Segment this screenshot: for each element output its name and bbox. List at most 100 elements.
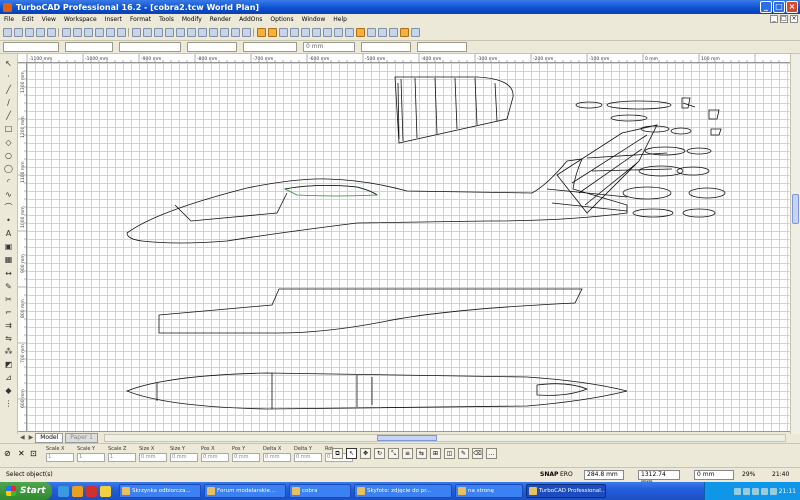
- cut-icon[interactable]: [62, 28, 71, 37]
- task-button[interactable]: cobra: [289, 484, 351, 498]
- wing-outline[interactable]: [394, 76, 514, 144]
- delete-icon[interactable]: ⌫: [472, 448, 483, 459]
- view-icon[interactable]: [198, 28, 207, 37]
- context-help-icon[interactable]: [411, 28, 420, 37]
- offset-tool-icon[interactable]: ⇉: [3, 320, 14, 331]
- point-tool-icon[interactable]: •: [3, 215, 14, 226]
- snap-percent-icon[interactable]: [389, 28, 398, 37]
- doc-minimize-button[interactable]: _: [770, 15, 778, 23]
- inspector-field-input[interactable]: 1: [46, 453, 74, 462]
- arc-tool-icon[interactable]: ◜: [3, 176, 14, 187]
- snap-grid-icon[interactable]: [257, 28, 266, 37]
- inspector-field-input[interactable]: 0 mm: [232, 453, 260, 462]
- copy-mode-icon[interactable]: ⧉: [332, 448, 343, 459]
- snap-drawing-aids-icon[interactable]: [367, 28, 376, 37]
- tab-paper[interactable]: Paper 1: [65, 432, 98, 443]
- tail-stabilizer[interactable]: [556, 124, 673, 214]
- scale-icon[interactable]: ⤡: [388, 448, 399, 459]
- lock-icon[interactable]: ⊡: [30, 449, 37, 458]
- snap-tangent-icon[interactable]: [345, 28, 354, 37]
- trim-tool-icon[interactable]: ✂: [3, 294, 14, 305]
- menu-addons[interactable]: AddOns: [239, 16, 262, 23]
- new-file-icon[interactable]: [3, 28, 12, 37]
- snap-quadrant-icon[interactable]: [301, 28, 310, 37]
- snap-off-icon[interactable]: [400, 28, 409, 37]
- tray-update-icon[interactable]: [760, 487, 768, 495]
- print-preview-icon[interactable]: [47, 28, 56, 37]
- hatch-tool-icon[interactable]: ▦: [3, 254, 14, 265]
- tray-network-icon[interactable]: [733, 487, 741, 495]
- menu-render[interactable]: Render: [210, 16, 231, 23]
- menu-tools[interactable]: Tools: [159, 16, 174, 23]
- props-icon[interactable]: ≡: [402, 448, 413, 459]
- polygon-tool-icon[interactable]: ◇: [3, 137, 14, 148]
- snap-value[interactable]: ERO: [560, 471, 573, 478]
- close-button[interactable]: ×: [786, 1, 798, 13]
- align-icon[interactable]: ⊞: [430, 448, 441, 459]
- line-width-select[interactable]: [243, 42, 297, 52]
- pan-icon[interactable]: [187, 28, 196, 37]
- tab-next-icon[interactable]: ▶: [29, 434, 34, 441]
- menu-insert[interactable]: Insert: [105, 16, 122, 23]
- menu-options[interactable]: Options: [270, 16, 293, 23]
- drawing-canvas[interactable]: [27, 63, 790, 431]
- task-button[interactable]: Skyfoto: zdjęcie do pr...: [354, 484, 452, 498]
- fuselage-top-view[interactable]: [125, 372, 628, 410]
- cancel-icon[interactable]: ⊘: [4, 449, 11, 458]
- bezier-tool-icon[interactable]: ⌒: [3, 202, 14, 213]
- former-sections[interactable]: [575, 100, 726, 218]
- inspector-field-input[interactable]: 0 mm: [294, 453, 322, 462]
- thickness-field[interactable]: 0 mm: [303, 42, 355, 52]
- tab-prev-icon[interactable]: ◀: [20, 434, 25, 441]
- tab-model[interactable]: Model: [35, 432, 64, 443]
- menu-view[interactable]: View: [42, 16, 56, 23]
- horizontal-scrollbar[interactable]: [103, 433, 786, 442]
- palette-more-icon[interactable]: ⋮: [3, 398, 14, 409]
- layer-select[interactable]: [3, 42, 59, 52]
- explorer-icon[interactable]: [100, 485, 111, 497]
- tray-antivirus-icon[interactable]: [751, 487, 759, 495]
- redo-icon[interactable]: [117, 28, 126, 37]
- style-select[interactable]: [417, 42, 467, 52]
- double-line-tool-icon[interactable]: ╱: [3, 110, 14, 121]
- task-button-active[interactable]: TurboCAD Professional...: [526, 484, 606, 498]
- fillet-tool-icon[interactable]: ⌐: [3, 307, 14, 318]
- menu-modify[interactable]: Modify: [182, 16, 202, 23]
- array-tool-icon[interactable]: ⁂: [3, 346, 14, 357]
- fuselage-side-view[interactable]: [126, 158, 628, 244]
- finish-icon[interactable]: ✕: [18, 449, 25, 458]
- inspector-field-input[interactable]: 0 mm: [263, 453, 291, 462]
- select-arrow-icon[interactable]: ↖: [3, 58, 14, 69]
- menu-workspace[interactable]: Workspace: [64, 16, 97, 23]
- maximize-button[interactable]: □: [773, 1, 785, 13]
- coord-z-field[interactable]: 0 mm: [694, 470, 734, 480]
- coord-y-field[interactable]: 1312.74 mm: [638, 470, 680, 486]
- vertical-scrollbar[interactable]: [790, 54, 800, 434]
- snap-center-icon[interactable]: [290, 28, 299, 37]
- zoom-extents-icon[interactable]: [165, 28, 174, 37]
- zoom-out-icon[interactable]: [154, 28, 163, 37]
- snap-vertex-icon[interactable]: [268, 28, 277, 37]
- opera-icon[interactable]: [86, 485, 97, 497]
- pen-style-select[interactable]: [119, 42, 181, 52]
- scroll-thumb[interactable]: [376, 434, 437, 441]
- doc-close-button[interactable]: ×: [790, 15, 798, 23]
- snap-perpendicular-icon[interactable]: [334, 28, 343, 37]
- inspector-field-input[interactable]: 0 mm: [170, 453, 198, 462]
- menu-file[interactable]: File: [4, 16, 14, 23]
- zoom-in-icon[interactable]: [143, 28, 152, 37]
- group-icon[interactable]: ◫: [444, 448, 455, 459]
- doc-restore-button[interactable]: □: [780, 15, 788, 23]
- folder-icon[interactable]: [72, 485, 83, 497]
- snap-magnetic-icon[interactable]: [356, 28, 365, 37]
- 3d-tool-icon[interactable]: ◩: [3, 359, 14, 370]
- render-icon[interactable]: [209, 28, 218, 37]
- task-button[interactable]: na stronę: [455, 484, 523, 498]
- insert-symbol-icon[interactable]: ▣: [3, 241, 14, 252]
- minimize-button[interactable]: _: [760, 1, 772, 13]
- undo-icon[interactable]: [106, 28, 115, 37]
- explode-icon[interactable]: [242, 28, 251, 37]
- rectangle-tool-icon[interactable]: □: [3, 123, 14, 134]
- modify-tool-icon[interactable]: ✎: [3, 281, 14, 292]
- menu-edit[interactable]: Edit: [22, 16, 34, 23]
